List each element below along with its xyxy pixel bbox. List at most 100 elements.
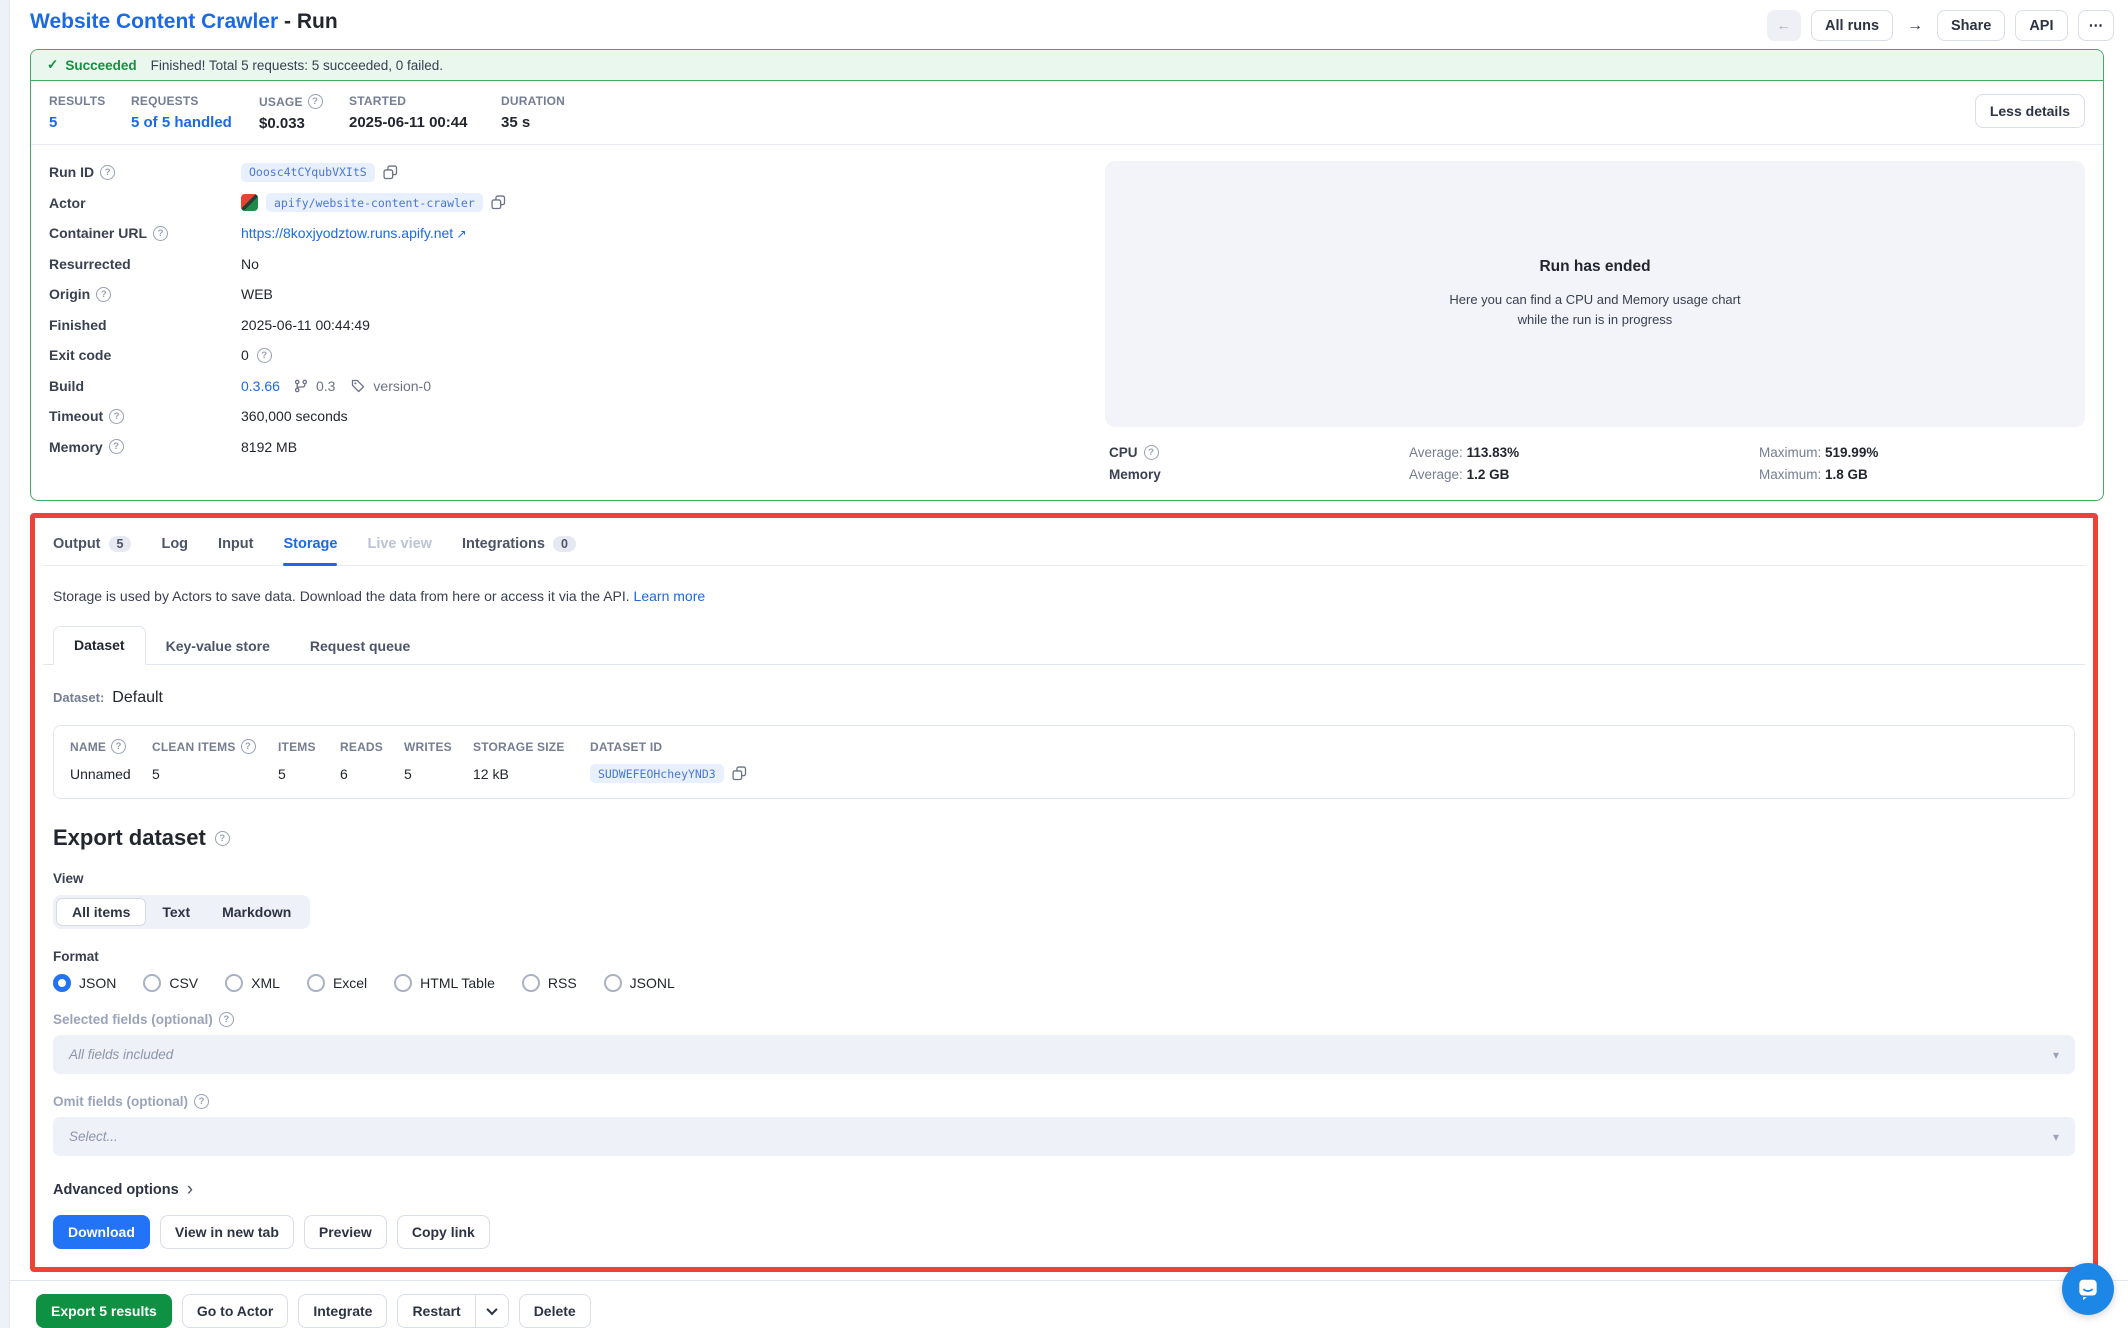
api-button[interactable]: API	[2015, 10, 2067, 41]
omit-fields-select[interactable]: Select...	[53, 1117, 2075, 1156]
stat-results: RESULTS 5	[49, 94, 131, 131]
build-tag: version-0	[373, 378, 431, 394]
stat-duration: DURATION 35 s	[501, 94, 581, 131]
origin-row: Origin WEB	[49, 283, 1065, 305]
format-json[interactable]: JSON	[53, 974, 116, 992]
learn-more-link[interactable]: Learn more	[634, 588, 706, 604]
selected-fields-help-icon[interactable]	[219, 1012, 234, 1027]
chat-widget-button[interactable]	[2062, 1263, 2114, 1315]
run-tabs: Output5 Log Input Storage Live view Inte…	[43, 530, 2085, 566]
radio-icon	[143, 974, 161, 992]
exit-code-row: Exit code 0	[49, 344, 1065, 366]
prev-run-button[interactable]: ←	[1767, 10, 1802, 41]
preview-button[interactable]: Preview	[304, 1215, 387, 1249]
share-button[interactable]: Share	[1937, 10, 2005, 41]
ellipsis-icon: ⋯	[2089, 18, 2104, 34]
cell-clean-items: 5	[152, 766, 278, 782]
arrow-left-icon: ←	[1777, 18, 1792, 34]
radio-icon	[604, 974, 622, 992]
build-branch: 0.3	[316, 378, 335, 394]
name-help-icon[interactable]	[111, 739, 126, 754]
more-actions-button[interactable]: ⋯	[2078, 10, 2115, 41]
format-excel[interactable]: Excel	[307, 974, 367, 992]
format-jsonl[interactable]: JSONL	[604, 974, 675, 992]
clean-items-help-icon[interactable]	[241, 739, 256, 754]
view-option-all-items[interactable]: All items	[56, 898, 146, 926]
chevron-right-icon	[187, 1180, 193, 1199]
header-actions: ← All runs → Share API ⋯	[1767, 10, 2116, 41]
export-help-icon[interactable]	[215, 831, 230, 846]
tab-input[interactable]: Input	[218, 536, 253, 565]
sidebar-edge	[0, 0, 10, 1328]
usage-help-icon[interactable]	[308, 94, 323, 109]
copy-icon[interactable]	[491, 195, 506, 210]
tab-log[interactable]: Log	[161, 536, 188, 565]
view-option-text[interactable]: Text	[146, 898, 206, 926]
tab-output[interactable]: Output5	[53, 536, 131, 565]
integrate-button[interactable]: Integrate	[298, 1294, 387, 1328]
restart-dropdown-button[interactable]	[476, 1295, 508, 1327]
page-header: Website Content Crawler - Run ← All runs…	[30, 10, 2116, 41]
origin-help-icon[interactable]	[96, 287, 111, 302]
stats-row: RESULTS 5 REQUESTS 5 of 5 handled USAGE …	[31, 81, 2103, 145]
export-results-button[interactable]: Export 5 results	[36, 1294, 172, 1328]
arrow-right-icon: →	[1907, 17, 1923, 35]
chevron-down-icon	[2053, 1048, 2059, 1062]
cpu-average: Average: 113.83%	[1409, 445, 1759, 460]
view-in-new-tab-button[interactable]: View in new tab	[160, 1215, 294, 1249]
delete-button[interactable]: Delete	[519, 1294, 591, 1328]
tab-integrations[interactable]: Integrations0	[462, 536, 576, 565]
memory-help-icon[interactable]	[109, 439, 124, 454]
annotation-rectangle: Output5 Log Input Storage Live view Inte…	[30, 513, 2098, 1272]
cpu-label: CPU	[1109, 445, 1409, 460]
tab-live-view: Live view	[367, 536, 431, 565]
omit-fields-help-icon[interactable]	[194, 1094, 209, 1109]
cell-items: 5	[278, 766, 340, 782]
resurrected-row: Resurrected No	[49, 253, 1065, 275]
col-items: ITEMS	[278, 740, 340, 764]
all-runs-button[interactable]: All runs	[1811, 10, 1893, 41]
subtab-dataset[interactable]: Dataset	[53, 626, 146, 665]
radio-icon	[225, 974, 243, 992]
actor-name-value[interactable]: apify/website-content-crawler	[266, 193, 483, 212]
container-url-row: Container URL https://8koxjyodztow.runs.…	[49, 222, 1065, 244]
actor-title-link[interactable]: Website Content Crawler	[30, 10, 278, 33]
view-option-markdown[interactable]: Markdown	[206, 898, 307, 926]
next-run-button[interactable]: →	[1903, 10, 1927, 41]
copy-icon[interactable]	[383, 165, 398, 180]
restart-split-button: Restart	[397, 1294, 508, 1328]
go-to-actor-button[interactable]: Go to Actor	[182, 1294, 288, 1328]
copy-link-button[interactable]: Copy link	[397, 1215, 490, 1249]
format-rss[interactable]: RSS	[522, 974, 577, 992]
format-label: Format	[43, 929, 2085, 964]
dataset-name[interactable]: Default	[112, 689, 163, 707]
selected-fields-select[interactable]: All fields included	[53, 1035, 2075, 1074]
subtab-key-value-store[interactable]: Key-value store	[146, 628, 290, 665]
subtab-request-queue[interactable]: Request queue	[290, 628, 430, 665]
results-link[interactable]: 5	[49, 114, 131, 131]
chevron-down-icon	[486, 1304, 497, 1315]
tab-storage[interactable]: Storage	[283, 536, 337, 565]
advanced-options-toggle[interactable]: Advanced options	[53, 1180, 193, 1199]
copy-icon[interactable]	[732, 766, 747, 781]
finished-row: Finished 2025-06-11 00:44:49	[49, 314, 1065, 336]
col-clean-items: CLEAN ITEMS	[152, 739, 278, 764]
dataset-id-value: SUDWEFEOHcheyYND3	[590, 764, 724, 783]
download-button[interactable]: Download	[53, 1215, 150, 1249]
stat-requests: REQUESTS 5 of 5 handled	[131, 94, 259, 131]
requests-link[interactable]: 5 of 5 handled	[131, 114, 259, 131]
container-url-link[interactable]: https://8koxjyodztow.runs.apify.net	[241, 225, 467, 241]
integrations-count-badge: 0	[553, 536, 576, 552]
cpu-help-icon[interactable]	[1144, 445, 1159, 460]
exit-code-help-icon[interactable]	[257, 348, 272, 363]
format-xml[interactable]: XML	[225, 974, 280, 992]
timeout-help-icon[interactable]	[109, 409, 124, 424]
less-details-button[interactable]: Less details	[1975, 94, 2085, 128]
container-url-help-icon[interactable]	[153, 226, 168, 241]
format-csv[interactable]: CSV	[143, 974, 198, 992]
cell-name: Unnamed	[70, 766, 152, 782]
format-html-table[interactable]: HTML Table	[394, 974, 495, 992]
run-id-help-icon[interactable]	[100, 165, 115, 180]
build-version-link[interactable]: 0.3.66	[241, 378, 280, 394]
restart-button[interactable]: Restart	[398, 1295, 474, 1327]
